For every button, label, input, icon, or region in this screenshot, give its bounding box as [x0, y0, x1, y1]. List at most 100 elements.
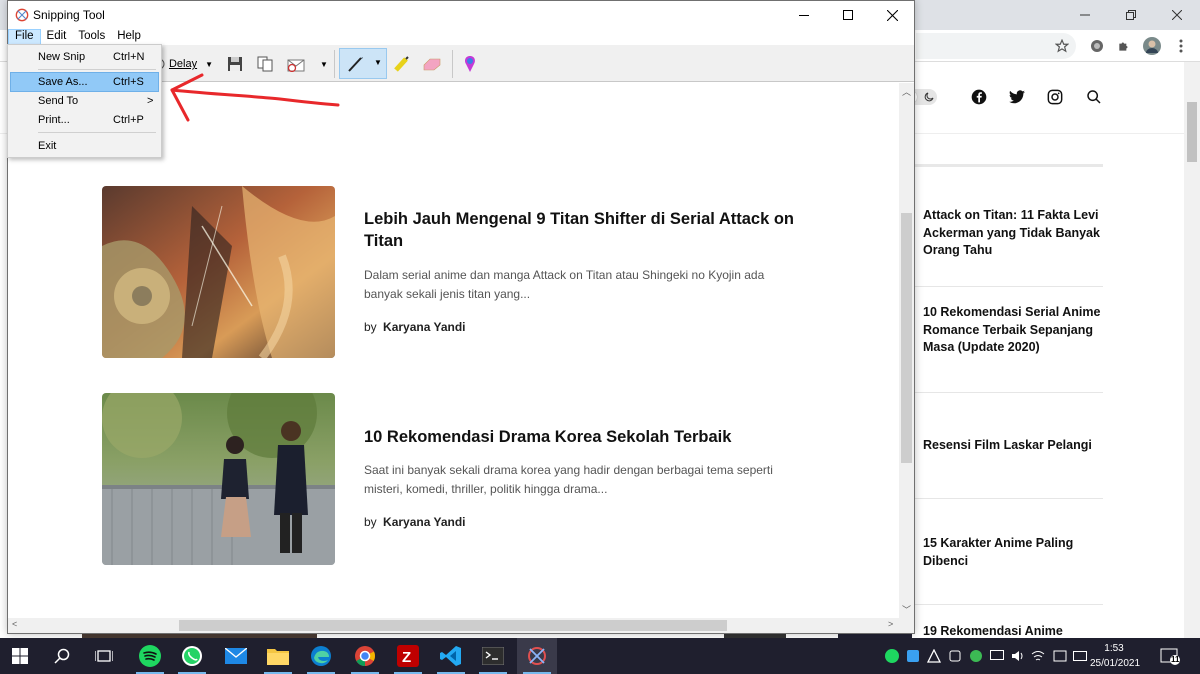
search-icon[interactable]: [1085, 88, 1103, 106]
chrome-minimize-button[interactable]: [1062, 0, 1108, 30]
edge-browser-icon[interactable]: [301, 638, 341, 674]
send-snip-icon[interactable]: [286, 51, 308, 77]
volume-icon[interactable]: [1010, 638, 1026, 674]
scroll-down-icon[interactable]: ﹀: [902, 603, 911, 616]
sidebar-separator: [915, 392, 1103, 393]
chrome-close-button[interactable]: [1154, 0, 1200, 30]
menu-item-print[interactable]: Print... Ctrl+P: [10, 110, 159, 130]
save-snip-icon[interactable]: [225, 51, 245, 77]
sidebar-post-link[interactable]: 15 Karakter Anime Paling Dibenci: [923, 535, 1103, 570]
file-menu-dropdown: New Snip Ctrl+N Save As... Ctrl+S Send To >…: [7, 44, 162, 158]
menu-separator: [38, 132, 156, 133]
system-clock[interactable]: 1:53 25/01/2021: [1090, 641, 1141, 671]
vscode-icon[interactable]: [431, 638, 471, 674]
extension-icon[interactable]: [1088, 37, 1106, 55]
scroll-up-icon[interactable]: ︿: [902, 85, 911, 98]
chrome-browser-icon[interactable]: [345, 638, 385, 674]
menu-file[interactable]: File: [8, 29, 41, 45]
sidebar-separator: [915, 286, 1103, 287]
sidebar-separator: [915, 498, 1103, 499]
highlighter-icon[interactable]: [391, 51, 413, 77]
wifi-icon[interactable]: [1030, 638, 1046, 674]
search-icon[interactable]: [42, 638, 82, 674]
pen-icon: [348, 57, 363, 72]
spotify-tray-icon[interactable]: [884, 638, 900, 674]
puzzle-extensions-icon[interactable]: [1115, 37, 1133, 55]
menu-item-send-to[interactable]: Send To >: [10, 91, 159, 111]
horizontal-scrollbar[interactable]: < >: [8, 618, 914, 633]
author-link[interactable]: Karyana Yandi: [383, 320, 466, 334]
task-view-icon[interactable]: [84, 638, 124, 674]
sidebar-separator: [915, 604, 1103, 605]
spotify-icon[interactable]: [130, 638, 170, 674]
pen-dropdown-icon[interactable]: ▼: [374, 58, 382, 67]
article-thumbnail-attack-on-titan[interactable]: [102, 186, 335, 358]
vertical-scroll-thumb[interactable]: [901, 213, 912, 463]
menu-item-new-snip[interactable]: New Snip Ctrl+N: [10, 47, 159, 67]
article-byline: by Karyana Yandi: [364, 320, 466, 334]
mail-icon[interactable]: [216, 638, 256, 674]
pen-tool-button[interactable]: ▼: [339, 48, 387, 79]
bookmark-star-icon[interactable]: [1053, 37, 1071, 55]
whatsapp-icon[interactable]: [172, 638, 212, 674]
maximize-button[interactable]: [826, 1, 870, 29]
terminal-icon[interactable]: [473, 638, 513, 674]
menu-tools[interactable]: Tools: [72, 29, 111, 45]
horizontal-scroll-thumb[interactable]: [179, 620, 727, 631]
profile-avatar[interactable]: [1143, 37, 1161, 55]
eraser-icon[interactable]: [421, 51, 443, 77]
menu-item-exit[interactable]: Exit: [10, 136, 159, 156]
tray-app-icon[interactable]: [926, 638, 942, 674]
vertical-scrollbar[interactable]: ︿ ﹀: [899, 83, 914, 618]
menu-help[interactable]: Help: [111, 29, 147, 45]
send-dropdown-icon[interactable]: ▼: [318, 51, 330, 77]
keyboard-icon[interactable]: [1072, 638, 1088, 674]
byline-prefix: by: [364, 515, 377, 529]
author-link[interactable]: Karyana Yandi: [383, 515, 466, 529]
svg-text:Z: Z: [402, 649, 411, 666]
snip-canvas: Lebih Jauh Mengenal 9 Titan Shifter di S…: [8, 83, 899, 618]
article-thumbnail-korean-drama[interactable]: [102, 393, 335, 565]
article-excerpt: Dalam serial anime dan manga Attack on T…: [364, 268, 765, 301]
article-title[interactable]: Lebih Jauh Mengenal 9 Titan Shifter di S…: [364, 208, 804, 252]
twitter-icon[interactable]: [1008, 88, 1026, 106]
instagram-icon[interactable]: [1046, 88, 1064, 106]
snipping-tool-taskbar-icon[interactable]: [517, 638, 557, 674]
file-explorer-icon[interactable]: [258, 638, 298, 674]
toolbar-separator: [334, 50, 335, 78]
sidebar-post-link[interactable]: Attack on Titan: 11 Fakta Levi Ackerman …: [923, 207, 1103, 260]
tray-app-icon[interactable]: [968, 638, 984, 674]
chrome-menu-icon[interactable]: [1172, 37, 1190, 55]
chrome-restore-button[interactable]: [1108, 0, 1154, 30]
notification-count: 11: [1171, 655, 1180, 664]
article-byline: by Karyana Yandi: [364, 515, 466, 529]
tray-app-icon[interactable]: [947, 638, 963, 674]
start-button[interactable]: [0, 638, 40, 674]
address-bar[interactable]: [916, 33, 1076, 59]
notification-center-icon[interactable]: 11: [1160, 646, 1182, 666]
byline-prefix: by: [364, 320, 377, 334]
filezilla-icon[interactable]: Z: [388, 638, 428, 674]
article-excerpt: Saat ini banyak sekali drama korea yang …: [364, 463, 773, 496]
scroll-right-icon[interactable]: >: [888, 619, 893, 629]
delay-label: Delay: [168, 58, 198, 70]
article-title[interactable]: 10 Rekomendasi Drama Korea Sekolah Terba…: [364, 426, 804, 448]
close-button[interactable]: [870, 1, 914, 29]
scroll-left-icon[interactable]: <: [12, 619, 17, 629]
page-scrollbar[interactable]: [1184, 62, 1200, 638]
paint3d-icon[interactable]: [459, 51, 481, 77]
facebook-icon[interactable]: [970, 88, 988, 106]
sidebar-post-link[interactable]: Resensi Film Laskar Pelangi: [923, 437, 1103, 455]
menu-edit[interactable]: Edit: [41, 29, 73, 45]
chevron-right-icon: >: [147, 95, 154, 107]
sidebar-post-link[interactable]: 10 Rekomendasi Serial Anime Romance Terb…: [923, 304, 1103, 357]
network-icon[interactable]: [1052, 638, 1068, 674]
menu-bar: File Edit Tools Help: [8, 29, 914, 45]
clock-date: 25/01/2021: [1090, 658, 1141, 669]
minimize-button[interactable]: [782, 1, 826, 29]
clock-time: 1:53: [1104, 643, 1124, 654]
tray-app-icon[interactable]: [905, 638, 921, 674]
display-icon[interactable]: [989, 638, 1005, 674]
menu-item-save-as[interactable]: Save As... Ctrl+S: [10, 72, 159, 92]
copy-icon[interactable]: [255, 51, 275, 77]
